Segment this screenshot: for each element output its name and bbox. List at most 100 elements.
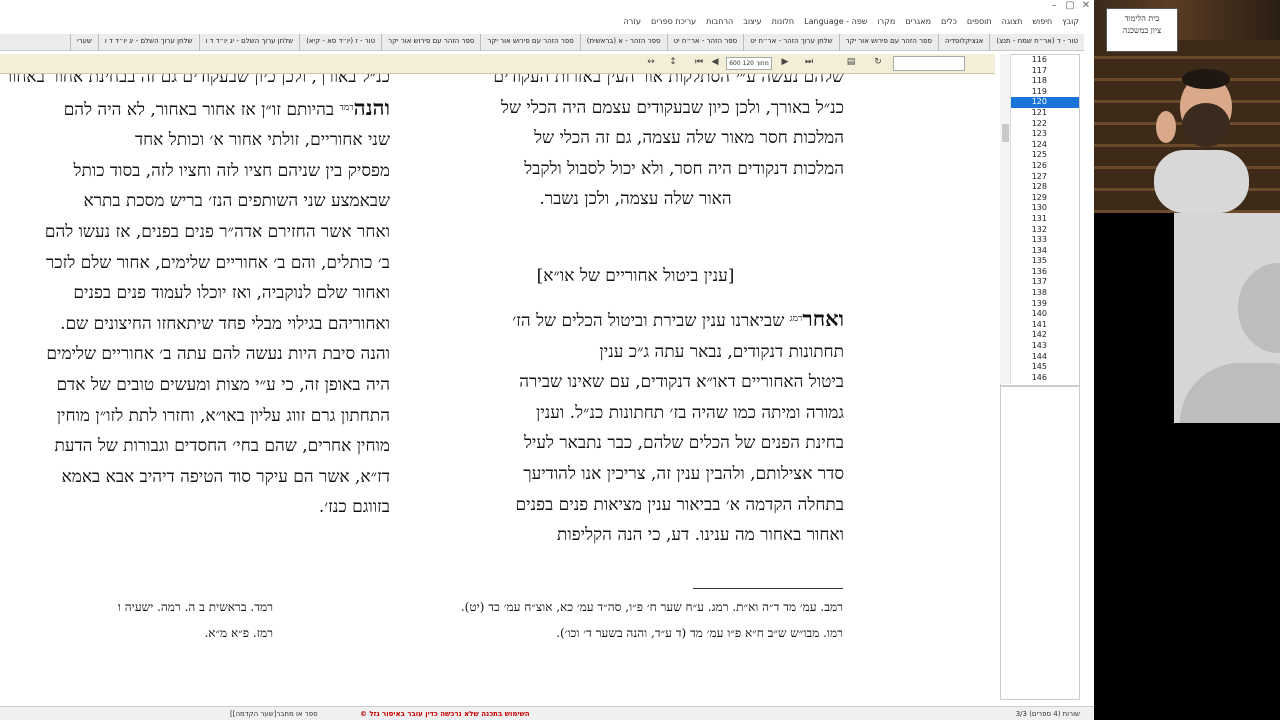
speaker-shirt (1154, 150, 1249, 213)
list-item[interactable]: 119 (1001, 87, 1079, 98)
logo-text: ציון במשכנה (1122, 26, 1162, 35)
list-item[interactable]: 117 (1001, 66, 1079, 77)
secondary-panel (1000, 386, 1080, 700)
menu-tools[interactable]: כלים (936, 14, 962, 32)
text-line: ואחר אשר החזירם אדה״ר פנים בפנים, אז נעש… (44, 221, 390, 242)
menu-language[interactable]: Language - שפה (799, 14, 872, 32)
logo-text: בית הלימוד (1124, 14, 1160, 23)
tab-shulchan-aruch-hashalem-2[interactable]: שלחן ערוך השלם - יג יו״ד ד ו (97, 34, 199, 50)
list-item[interactable]: 122 (1001, 119, 1079, 130)
list-item[interactable]: 118 (1001, 76, 1079, 87)
text-line: כנ״ל באורך, ולכן כיון שבעקודים עצמם היה … (501, 97, 844, 118)
list-item[interactable]: 138 (1001, 288, 1079, 299)
menu-extensions[interactable]: הרחבות (701, 14, 738, 32)
text-line: בחינת הפנים של הכלים שלהם, כבר נתבאר לעי… (523, 433, 844, 454)
list-item[interactable]: 144 (1001, 352, 1079, 363)
tab-shulchan-aruch-hashalem[interactable]: שלחן ערוך השלם - יג יו״ד ד ו (198, 34, 300, 50)
text-line: היה באופן זה, כי ע״י מצות ומעשים טובים ש… (56, 374, 390, 395)
menu-windows[interactable]: חלונות (767, 14, 800, 32)
page-number-list[interactable]: 116 117 118 119 120 121 122 123 124 125 … (1000, 54, 1080, 386)
menu-search[interactable]: חיפוש (1027, 14, 1057, 32)
text-line: שני אחוריים, זולתי אחור א׳ וכותל אחד (134, 130, 390, 151)
next-page-icon[interactable]: ▶ (778, 57, 792, 71)
minimize-icon[interactable]: – (1046, 0, 1062, 14)
list-item[interactable]: 146 (1001, 373, 1079, 384)
list-item[interactable]: 132 (1001, 225, 1079, 236)
list-item[interactable]: 129 (1001, 193, 1079, 204)
footnote-ref[interactable]: רמג (790, 314, 803, 324)
menu-file[interactable]: קובץ (1057, 14, 1084, 32)
text-line: שלהם נעשה ע״י הסתלקות אור העין באזרות הע… (493, 74, 844, 87)
list-item[interactable]: 145 (1001, 362, 1079, 373)
avatar-body-icon (1180, 363, 1280, 423)
fit-width-icon[interactable]: ↔ (643, 57, 659, 71)
list-item-selected[interactable]: 120 (1001, 97, 1079, 108)
list-item[interactable]: 139 (1001, 299, 1079, 310)
first-page-icon[interactable]: ⏮ (692, 57, 706, 71)
menu-databases[interactable]: מאגרים (900, 14, 936, 32)
tab-zohar-orach-chaim[interactable]: ספר הזהר - אר״ח יט (666, 34, 744, 50)
list-item[interactable]: 134 (1001, 246, 1079, 257)
menu-addons[interactable]: תוספים (962, 14, 997, 32)
maximize-icon[interactable]: ▢ (1062, 0, 1078, 14)
prev-page-icon[interactable]: ◀ (708, 57, 722, 71)
webcam-feed: בית הלימוד ציון במשכנה (1094, 0, 1280, 213)
last-page-icon[interactable]: ⏭ (802, 57, 816, 71)
list-item[interactable]: 140 (1001, 309, 1079, 320)
page-indicator[interactable]: 600 מתוך 120 (726, 57, 772, 70)
status-bar: [[שער הקדמה]ספר או מחבר © השימוש בתכנה ש… (0, 706, 1094, 720)
list-item[interactable]: 135 (1001, 256, 1079, 267)
menu-edit-books[interactable]: עריכת ספרים (646, 14, 701, 32)
list-item[interactable]: 126 (1001, 161, 1079, 172)
list-item[interactable]: 127 (1001, 172, 1079, 183)
menu-macro[interactable]: מקרו (873, 14, 901, 32)
list-item[interactable]: 123 (1001, 129, 1079, 140)
sidebar-scrollbar[interactable] (1000, 54, 1011, 384)
list-item[interactable]: 136 (1001, 267, 1079, 278)
tab-zohar-or-yakar-2[interactable]: ספר הזהר עם פירוש אור יקר (480, 34, 579, 50)
list-item[interactable]: 121 (1001, 108, 1079, 119)
list-item[interactable]: 143 (1001, 341, 1079, 352)
menu-design[interactable]: עיצוב (738, 14, 766, 32)
print-icon[interactable]: ▤ (842, 57, 860, 71)
text-line: ואחוריהם בגילוי מבלי פחד שיתאחזו החיצוני… (60, 313, 390, 334)
list-item[interactable]: 116 (1001, 55, 1079, 66)
text-line: בזווגם כנז׳. (318, 497, 390, 518)
tab-encyclopedia[interactable]: אנציקלופדיה (937, 34, 989, 50)
close-icon[interactable]: ✕ (1078, 0, 1094, 14)
text-line: ואחור שלם לנוקביה, ואז יוכלו לעמוד פנים … (73, 283, 390, 304)
tab-zohar-bereshit[interactable]: ספר הזהר - א (בראשית) (579, 34, 667, 50)
footnote-divider (693, 588, 843, 589)
list-item[interactable]: 142 (1001, 330, 1079, 341)
menu-help[interactable]: עזרה (618, 14, 646, 32)
list-item[interactable]: 131 (1001, 214, 1079, 225)
list-item[interactable]: 130 (1001, 203, 1079, 214)
list-item[interactable]: 141 (1001, 320, 1079, 331)
refresh-icon[interactable]: ↻ (871, 57, 885, 71)
speaker-figure (1154, 69, 1249, 213)
fit-page-icon[interactable]: ↕ (665, 57, 681, 71)
footnote-line: רמד. בראשית ב ה. רמה. ישעיה ו (117, 600, 273, 614)
text-line: כנ״ל באורך, ולכן כיון שבעקודים גם זה בבח… (3, 74, 390, 87)
list-item[interactable]: 133 (1001, 235, 1079, 246)
tab-shulchan-aruch-zohar[interactable]: שלחן ערוך הזהר - אר״ח יט (743, 34, 838, 50)
list-item[interactable]: 125 (1001, 150, 1079, 161)
tab-shaarei[interactable]: שערי (70, 34, 98, 50)
tab-tur-d[interactable]: טור - ד (אר״ח שמח - תנצ) (989, 34, 1084, 50)
menu-view[interactable]: תצוגה (997, 14, 1028, 32)
list-item[interactable]: 128 (1001, 182, 1079, 193)
search-input[interactable] (893, 56, 965, 71)
tab-zohar-or-yakar-3[interactable]: ספר הזהר עם פירוש אור יקר (381, 34, 480, 50)
tab-tur-z[interactable]: טור - ז (יו״ד סא - קיא) (299, 34, 381, 50)
footnote-ref[interactable]: רמד (340, 103, 354, 113)
right-text-column-body: ואחררמג שביארנו ענין שבירת וביטול הכלים … (427, 304, 844, 551)
scrollbar-thumb[interactable] (1002, 124, 1009, 142)
tab-zohar-or-yakar[interactable]: ספר הזהר עם פירוש אור יקר (838, 34, 938, 50)
text-line: האור שלה עצמה, ולכן נשבר. (539, 189, 732, 210)
window-controls: – ▢ ✕ (1046, 0, 1094, 14)
speaker-hand (1156, 111, 1176, 143)
list-item[interactable]: 137 (1001, 277, 1079, 288)
text-line: מפסיק בין שניהם חציו לזה וחציו לזה, בסוד… (73, 160, 390, 181)
list-item[interactable]: 124 (1001, 140, 1079, 151)
reader-toolbar: ↔ ↕ ⏮ ◀ 600 מתוך 120 ▶ ⏭ ▤ ↻ (0, 54, 995, 74)
